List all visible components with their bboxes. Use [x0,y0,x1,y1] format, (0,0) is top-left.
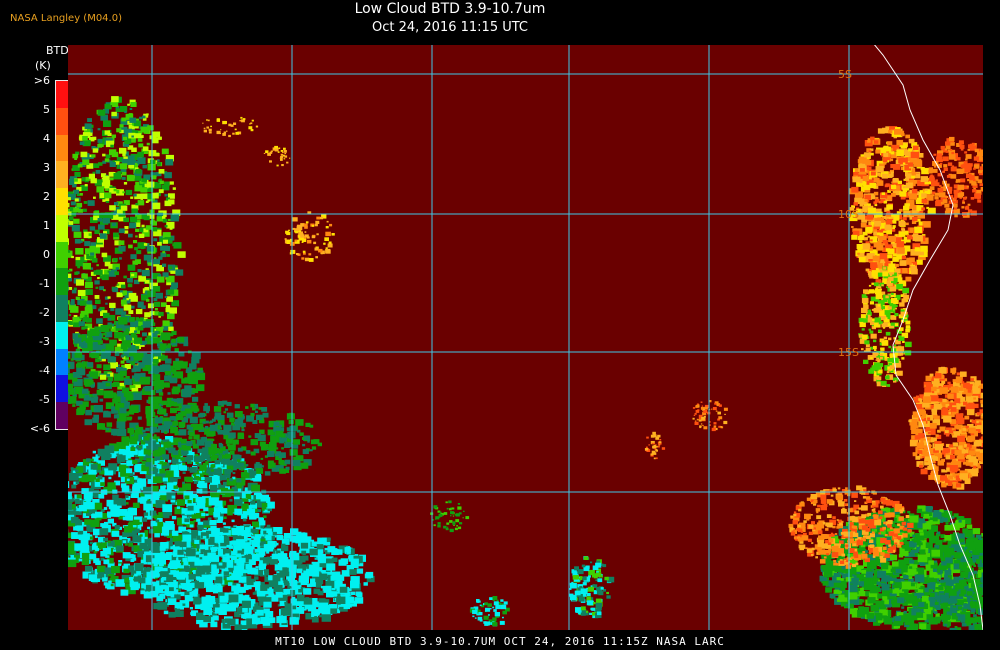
legend-tick-label: 3 [43,161,50,174]
longitude-label: 10W [297,45,322,47]
legend-tick-label: -3 [39,335,50,348]
longitude-label: 5E [714,45,728,47]
latitude-label: 15S [838,346,859,359]
legend-tick-label: <-6 [29,422,50,435]
map-timestamp: Oct 24, 2016 11:15 UTC [372,20,528,35]
longitude-label: 5W [437,45,455,47]
legend-title: BTD [46,44,69,57]
legend-tick-label: >6 [33,74,50,87]
latitude-label: 5S [838,68,852,81]
legend-tick-label: -1 [39,277,50,290]
legend-tick-label: 4 [43,132,50,145]
legend-tick-label: 2 [43,190,50,203]
legend-tick-label: 0 [43,248,50,261]
legend-units: (K) [35,59,51,72]
legend-tick-label: 1 [43,219,50,232]
longitude-label: 0 [574,45,581,47]
longitude-label: 15W [157,45,182,47]
legend-tick-label: -5 [39,393,50,406]
legend-tick-label: -4 [39,364,50,377]
legend-tick-label: -2 [39,306,50,319]
satellite-map: 15W 10W 5W 0 5E 10E 5S 10S 15S [68,45,983,630]
longitude-label: 10E [854,45,875,47]
legend-tick-label: 5 [43,103,50,116]
footer-caption: MT10 LOW CLOUD BTD 3.9-10.7UM OCT 24, 20… [275,635,725,648]
map-title: Low Cloud BTD 3.9-10.7um [354,1,546,17]
latitude-label: 10S [838,208,859,221]
